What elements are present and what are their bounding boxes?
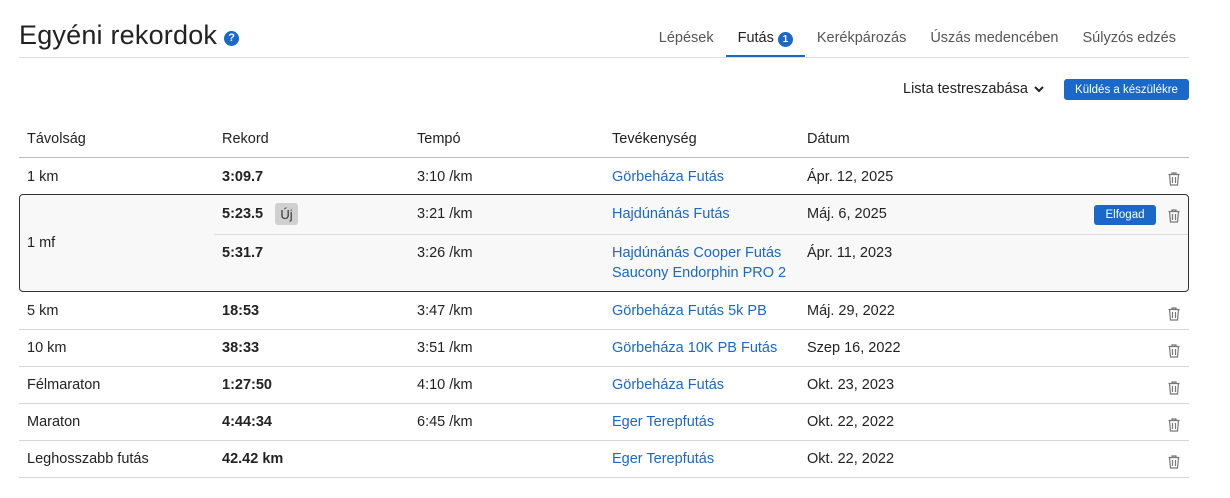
chevron-down-icon bbox=[1034, 86, 1044, 93]
date-cell: Ápr. 11, 2023 bbox=[807, 245, 893, 261]
row-divider bbox=[19, 366, 1189, 367]
record-cell: 42.42 km bbox=[222, 451, 284, 467]
activity-link[interactable]: Eger Terepfutás bbox=[612, 451, 714, 467]
trash-icon[interactable] bbox=[1168, 344, 1180, 358]
help-icon[interactable]: ? bbox=[224, 30, 240, 46]
distance-cell: 1 km bbox=[27, 169, 59, 185]
record-cell: 3:09.7 bbox=[222, 169, 264, 185]
record-cell: 5:23.5 bbox=[222, 206, 264, 222]
trash-icon[interactable] bbox=[1168, 209, 1180, 223]
tab-label: Súlyzós edzés bbox=[1082, 30, 1177, 46]
row-divider bbox=[19, 440, 1189, 441]
pending-record-group bbox=[19, 194, 1189, 292]
tab-pool-swim[interactable]: Úszás medencében bbox=[918, 28, 1070, 57]
column-header-activity: Tevékenység bbox=[612, 131, 697, 147]
activity-link[interactable]: Görbeháza Futás 5k PB bbox=[612, 303, 767, 319]
trash-icon[interactable] bbox=[1168, 381, 1180, 395]
pace-cell: 6:45 /km bbox=[417, 414, 473, 430]
tab-label: Kerékpározás bbox=[816, 30, 907, 46]
tab-bar: Lépések Futás 1 Kerékpározás Úszás meden… bbox=[647, 28, 1188, 57]
pace-cell: 3:21 /km bbox=[417, 206, 473, 222]
tab-running[interactable]: Futás 1 bbox=[725, 28, 805, 57]
record-cell: 18:53 bbox=[222, 303, 260, 319]
tab-strength[interactable]: Súlyzós edzés bbox=[1071, 28, 1189, 57]
activity-link[interactable]: Hajdúnánás Futás bbox=[612, 206, 730, 222]
tab-label: Úszás medencében bbox=[930, 30, 1059, 46]
header-divider bbox=[19, 57, 1189, 58]
column-header-date: Dátum bbox=[807, 131, 850, 147]
record-cell: 38:33 bbox=[222, 340, 260, 356]
trash-icon[interactable] bbox=[1168, 455, 1180, 469]
column-header-record: Rekord bbox=[222, 131, 269, 147]
trash-icon[interactable] bbox=[1168, 307, 1180, 321]
customize-list-dropdown[interactable]: Lista testreszabása bbox=[903, 81, 1044, 97]
distance-cell: Maraton bbox=[27, 414, 81, 430]
trash-icon[interactable] bbox=[1168, 418, 1180, 432]
activity-link[interactable]: Görbeháza Futás bbox=[612, 169, 724, 185]
tab-label: Lépések bbox=[658, 30, 714, 46]
pace-cell: 4:10 /km bbox=[417, 377, 473, 393]
distance-cell: 5 km bbox=[27, 303, 59, 319]
pace-cell: 3:47 /km bbox=[417, 303, 473, 319]
pace-cell: 3:10 /km bbox=[417, 169, 473, 185]
date-cell: Szep 16, 2022 bbox=[807, 340, 901, 356]
tab-label: Futás bbox=[737, 30, 774, 46]
record-cell: 4:44:34 bbox=[222, 414, 272, 430]
gear-link[interactable]: Saucony Endorphin PRO 2 bbox=[612, 265, 786, 281]
pace-cell: 3:51 /km bbox=[417, 340, 473, 356]
accept-button[interactable]: Elfogad bbox=[1094, 205, 1156, 225]
date-cell: Okt. 23, 2023 bbox=[807, 377, 895, 393]
header-row-divider bbox=[19, 157, 1189, 158]
group-divider bbox=[214, 234, 1188, 235]
date-cell: Ápr. 12, 2025 bbox=[807, 169, 894, 185]
date-cell: Okt. 22, 2022 bbox=[807, 451, 895, 467]
page-title: Egyéni rekordok bbox=[19, 20, 218, 50]
tab-steps[interactable]: Lépések bbox=[647, 28, 726, 57]
date-cell: Máj. 29, 2022 bbox=[807, 303, 895, 319]
activity-link[interactable]: Hajdúnánás Cooper Futás bbox=[612, 245, 781, 261]
row-divider bbox=[19, 329, 1189, 330]
column-header-pace: Tempó bbox=[417, 131, 461, 147]
customize-label: Lista testreszabása bbox=[903, 81, 1028, 97]
tab-cycling[interactable]: Kerékpározás bbox=[805, 28, 918, 57]
trash-icon[interactable] bbox=[1168, 172, 1180, 186]
column-header-distance: Távolság bbox=[27, 131, 86, 147]
activity-link[interactable]: Eger Terepfutás bbox=[612, 414, 714, 430]
new-badge: Új bbox=[275, 203, 298, 225]
page-header: Egyéni rekordok ? bbox=[19, 20, 240, 51]
distance-cell: Félmaraton bbox=[27, 377, 101, 393]
activity-link[interactable]: Görbeháza 10K PB Futás bbox=[612, 340, 777, 356]
send-to-device-button[interactable]: Küldés a készülékre bbox=[1064, 79, 1189, 100]
distance-cell: 1 mf bbox=[27, 235, 56, 251]
date-cell: Máj. 6, 2025 bbox=[807, 206, 887, 222]
record-cell: 5:31.7 bbox=[222, 245, 264, 261]
pace-cell: 3:26 /km bbox=[417, 245, 473, 261]
row-divider bbox=[19, 477, 1189, 478]
date-cell: Okt. 22, 2022 bbox=[807, 414, 895, 430]
distance-cell: Leghosszabb futás bbox=[27, 451, 149, 467]
activity-link[interactable]: Görbeháza Futás bbox=[612, 377, 724, 393]
distance-cell: 10 km bbox=[27, 340, 67, 356]
row-divider bbox=[19, 403, 1189, 404]
record-cell: 1:27:50 bbox=[222, 377, 272, 393]
tab-badge: 1 bbox=[777, 32, 793, 47]
